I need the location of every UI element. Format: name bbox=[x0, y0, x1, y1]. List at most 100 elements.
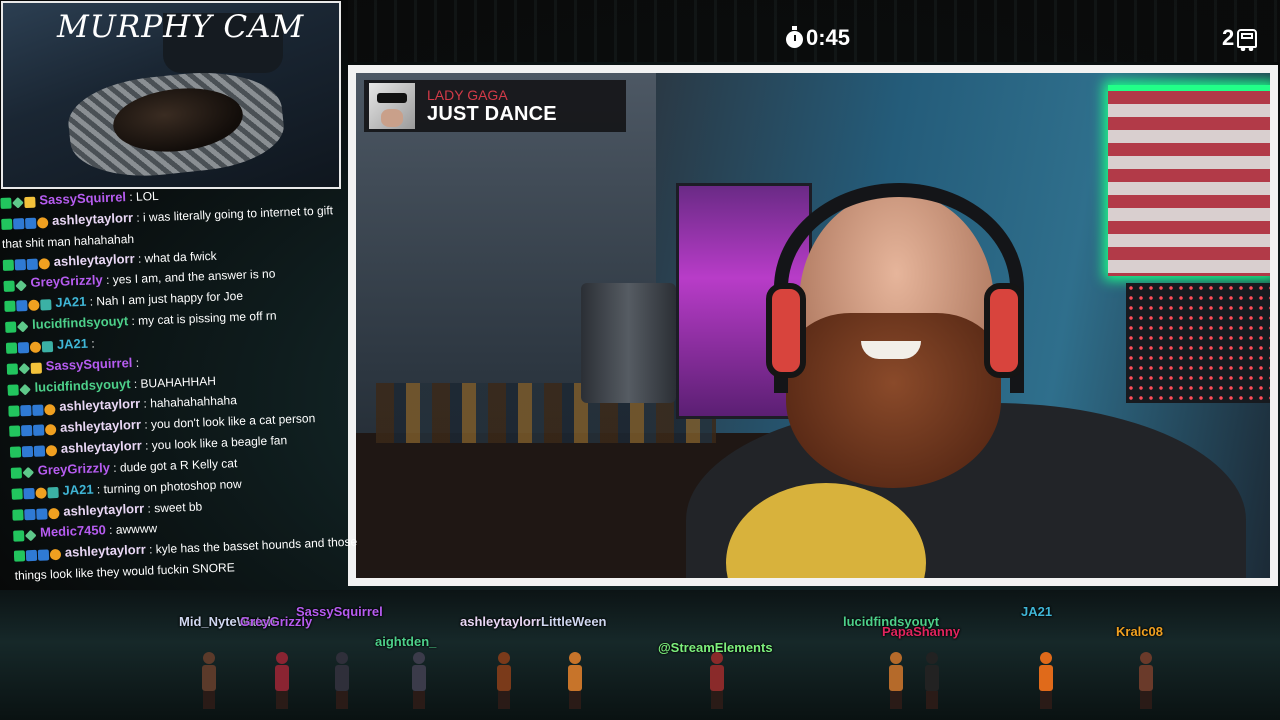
chat-username[interactable]: SassySquirrel bbox=[39, 189, 126, 207]
kappa-badge-icon bbox=[9, 446, 22, 459]
chat-overlay: SassySquirrel : LOL ashleytaylorr : i was… bbox=[0, 179, 360, 592]
avatar-legs bbox=[926, 691, 938, 709]
avatar-name-label: PapaShanny bbox=[882, 624, 961, 639]
kappa-badge-icon bbox=[6, 363, 19, 375]
kappa-badge-icon bbox=[8, 405, 20, 417]
kappa-badge-icon bbox=[7, 384, 19, 396]
avatar-legs bbox=[203, 691, 215, 709]
avatar-head bbox=[498, 652, 510, 664]
avatar-legs bbox=[1140, 691, 1152, 709]
avatar-torso bbox=[1039, 665, 1053, 691]
avatar-head bbox=[203, 652, 215, 664]
avatar-torso bbox=[710, 665, 724, 691]
mod-badge-icon bbox=[24, 508, 36, 521]
chat-badges bbox=[4, 294, 53, 316]
kappa-badge-icon bbox=[4, 300, 16, 313]
orange-badge-icon bbox=[44, 424, 57, 436]
chat-badges bbox=[10, 462, 35, 483]
sub-badge-icon bbox=[30, 362, 42, 374]
orange-badge-icon bbox=[29, 341, 42, 354]
chat-username[interactable]: lucidfindsyouyt bbox=[32, 313, 129, 332]
chat-username[interactable]: ashleytaylorr bbox=[65, 542, 146, 560]
headset-ear-right bbox=[984, 283, 1024, 378]
chat-text: : Nah I am just happy for Joe bbox=[86, 289, 244, 310]
chat-username[interactable]: ashleytaylorr bbox=[60, 417, 141, 435]
chat-text: : BUAHAHHAH bbox=[130, 373, 217, 391]
kappa-badge-icon bbox=[0, 197, 12, 210]
chat-badges bbox=[2, 253, 51, 275]
counter-value: 2 bbox=[1222, 25, 1235, 50]
chat-username[interactable]: JA21 bbox=[57, 336, 89, 352]
chat-text: things look like they would fuckin SNORE bbox=[14, 560, 235, 583]
avatar-legs bbox=[276, 691, 288, 709]
now-playing-widget: LADY GAGA JUST DANCE bbox=[364, 80, 626, 132]
avatar-head bbox=[890, 652, 902, 664]
chat-username[interactable]: GreyGrizzly bbox=[30, 273, 103, 291]
mod-badge-icon bbox=[14, 258, 27, 271]
murphy-cam-title: MURPHY CAM bbox=[57, 9, 305, 45]
avatar-name-label: JA21 bbox=[1021, 604, 1053, 619]
avatar-stage: Mid_NyteWatch GreyGrizzly SassySquirrel aig… bbox=[0, 600, 1280, 720]
chat-username[interactable]: ashleytaylorr bbox=[53, 251, 134, 269]
chat-badges bbox=[8, 398, 57, 420]
sub-badge-icon bbox=[24, 196, 36, 209]
chat-username[interactable]: GreyGrizzly bbox=[37, 460, 110, 478]
chat-text: : bbox=[132, 355, 140, 370]
chat-username[interactable]: JA21 bbox=[55, 294, 87, 310]
avatar-head bbox=[413, 652, 425, 664]
chat-username[interactable]: Medic7450 bbox=[40, 523, 106, 541]
murphy-cam-panel: MURPHY CAM bbox=[1, 1, 341, 189]
chat-badges bbox=[12, 502, 61, 524]
mod-badge-icon bbox=[25, 217, 37, 230]
mod-badge-icon bbox=[16, 300, 28, 312]
chat-username[interactable]: ashleytaylorr bbox=[59, 396, 140, 414]
avatar-character bbox=[708, 652, 726, 712]
chat-username[interactable]: SassySquirrel bbox=[45, 355, 132, 373]
chat-text: : my cat is pissing me off rn bbox=[127, 308, 277, 329]
orange-badge-icon bbox=[37, 217, 49, 229]
avatar-character bbox=[566, 652, 584, 712]
avatar-torso bbox=[275, 665, 289, 691]
mod-badge-icon bbox=[32, 404, 44, 416]
chat-text: : hahahahahhaha bbox=[139, 393, 238, 412]
avatar-name-label: Kralc08 bbox=[1116, 624, 1163, 639]
timer-value: 0:45 bbox=[806, 25, 851, 50]
mod-badge-icon bbox=[20, 425, 33, 437]
stream-timer: 0:45 bbox=[786, 25, 850, 51]
kappa-badge-icon bbox=[1, 218, 13, 230]
chat-text: that shit man hahahahah bbox=[1, 231, 135, 251]
avatar-torso bbox=[925, 665, 939, 691]
now-playing-text: LADY GAGA JUST DANCE bbox=[427, 87, 557, 126]
mod-badge-icon bbox=[26, 258, 38, 270]
chat-text: : yes I am, and the answer is no bbox=[102, 266, 276, 288]
avatar-torso bbox=[1139, 665, 1153, 691]
now-playing-title: JUST DANCE bbox=[427, 102, 557, 125]
chat-username[interactable]: lucidfindsyouyt bbox=[34, 376, 131, 395]
avatar-head bbox=[926, 652, 938, 664]
diamond-badge-icon bbox=[15, 279, 27, 292]
chat-text: : dude got a R Kelly cat bbox=[109, 456, 238, 475]
chat-badges bbox=[11, 482, 60, 504]
chat-username[interactable]: ashleytaylorr bbox=[61, 438, 142, 456]
chat-username[interactable]: JA21 bbox=[62, 481, 94, 497]
chat-badges bbox=[13, 544, 63, 566]
stopwatch-icon bbox=[786, 25, 803, 48]
avatar-head bbox=[276, 652, 288, 664]
gift-badge-icon bbox=[40, 299, 52, 311]
avatar-head bbox=[711, 652, 723, 664]
avatar-legs bbox=[498, 691, 510, 709]
kappa-badge-icon bbox=[13, 550, 26, 563]
mod-badge-icon bbox=[33, 445, 46, 458]
chat-username[interactable]: ashleytaylorr bbox=[52, 210, 133, 228]
chat-username[interactable]: ashleytaylorr bbox=[63, 500, 144, 518]
chat-text: : sweet bb bbox=[143, 499, 203, 516]
orange-badge-icon bbox=[38, 257, 50, 270]
avatar-legs bbox=[336, 691, 348, 709]
avatar-legs bbox=[1040, 691, 1052, 709]
avatar-torso bbox=[568, 665, 582, 691]
chat-badges bbox=[6, 357, 43, 378]
chat-text: : what da fwick bbox=[134, 248, 217, 266]
kappa-badge-icon bbox=[12, 529, 25, 542]
avatar-name-label: SassySquirrel bbox=[296, 604, 383, 619]
chat-text: : LOL bbox=[125, 188, 159, 205]
